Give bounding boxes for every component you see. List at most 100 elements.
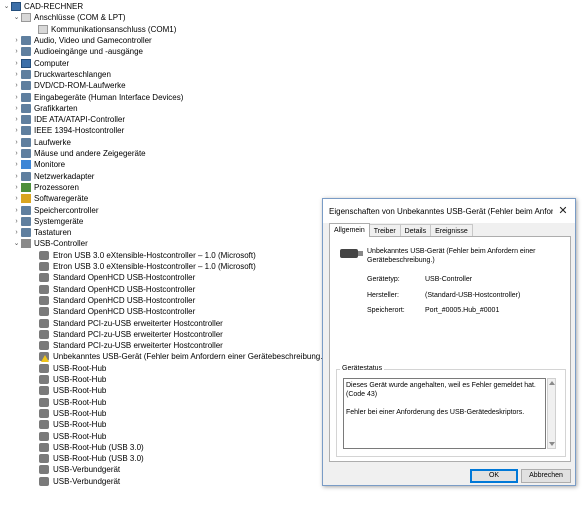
chevron-right-icon[interactable]: › (12, 216, 21, 227)
chevron-right-icon[interactable]: › (12, 46, 21, 57)
tree-node-label: USB-Verbundgerät (53, 476, 121, 486)
tree-node[interactable]: Etron USB 3.0 eXtensible-Hostcontroller … (38, 250, 256, 261)
tree-node[interactable]: › Speichercontroller (12, 204, 98, 215)
chevron-right-icon[interactable]: › (12, 148, 21, 159)
tree-node[interactable]: › Computer (12, 58, 69, 69)
location-value: Port_#0005.Hub_#0001 (425, 307, 500, 314)
tree-node-label: Etron USB 3.0 eXtensible-Hostcontroller … (53, 262, 256, 272)
system-icon (21, 216, 31, 226)
tree-node[interactable]: USB-Root-Hub (38, 385, 106, 396)
tree-node[interactable]: USB-Root-Hub (38, 408, 106, 419)
tree-node[interactable]: ⌄ Anschlüsse (COM & LPT) (12, 12, 126, 23)
ide-icon (21, 115, 31, 125)
chevron-down-icon[interactable]: ⌄ (12, 238, 21, 249)
tree-node[interactable]: › IEEE 1394-Hostcontroller (12, 125, 124, 136)
usb-device-icon (39, 341, 49, 351)
tree-node[interactable]: › Audio, Video und Gamecontroller (12, 35, 152, 46)
tree-node[interactable]: Etron USB 3.0 eXtensible-Hostcontroller … (38, 261, 256, 272)
port-icon (38, 24, 48, 34)
tree-node[interactable]: › Mäuse und andere Zeigegeräte (12, 148, 146, 159)
usb-device-icon (39, 454, 49, 464)
tree-node[interactable]: › IDE ATA/ATAPI-Controller (12, 114, 125, 125)
tree-node[interactable]: USB-Root-Hub (38, 397, 106, 408)
close-icon[interactable]: ✕ (555, 203, 571, 219)
dialog-titlebar[interactable]: Eigenschaften von Unbekanntes USB-Gerät … (323, 199, 575, 223)
chevron-right-icon[interactable]: › (12, 35, 21, 46)
chevron-right-icon[interactable]: › (12, 69, 21, 80)
chevron-down-icon[interactable]: ⌄ (12, 12, 21, 23)
tree-node[interactable]: Standard OpenHCD USB-Hostcontroller (38, 272, 195, 283)
chevron-right-icon[interactable]: › (12, 103, 21, 114)
tree-node[interactable]: › Netzwerkadapter (12, 171, 94, 182)
tree-node[interactable]: › Druckwarteschlangen (12, 69, 111, 80)
tree-node[interactable]: Standard PCI-zu-USB erweiterter Hostcont… (38, 329, 223, 340)
tree-node-label: Standard OpenHCD USB-Hostcontroller (53, 307, 196, 317)
tree-node[interactable]: USB-Verbundgerät (38, 476, 120, 487)
tree-node[interactable]: Standard PCI-zu-USB erweiterter Hostcont… (38, 317, 223, 328)
manufacturer-value: (Standard-USB-Hostcontroller) (425, 292, 521, 299)
tree-node[interactable]: Standard OpenHCD USB-Hostcontroller (38, 295, 195, 306)
chevron-right-icon[interactable]: › (12, 80, 21, 91)
tree-node[interactable]: › Tastaturen (12, 227, 71, 238)
monitor-icon (21, 160, 31, 170)
chevron-right-icon[interactable]: › (12, 227, 21, 238)
status-message-line1: Dieses Gerät wurde angehalten, weil es F… (346, 382, 536, 398)
computer-icon (11, 2, 21, 12)
tree-node[interactable]: › Prozessoren (12, 182, 79, 193)
tree-node[interactable]: Standard PCI-zu-USB erweiterter Hostcont… (38, 340, 223, 351)
chevron-right-icon[interactable]: › (12, 193, 21, 204)
tree-node[interactable]: › DVD/CD-ROM-Laufwerke (12, 80, 126, 91)
tree-node[interactable]: › Monitore (12, 159, 65, 170)
tree-node-label: Grafikkarten (34, 103, 78, 113)
chevron-right-icon[interactable]: › (12, 114, 21, 125)
scroll-down-icon[interactable] (549, 442, 555, 446)
tree-node[interactable]: › Softwaregeräte (12, 193, 88, 204)
properties-dialog: Eigenschaften von Unbekanntes USB-Gerät … (322, 198, 576, 486)
tree-node[interactable]: › Grafikkarten (12, 103, 78, 114)
tree-node-label: Etron USB 3.0 eXtensible-Hostcontroller … (53, 250, 256, 260)
tree-node[interactable]: USB-Root-Hub (38, 430, 106, 441)
chevron-right-icon[interactable]: › (12, 205, 21, 216)
device-status-text[interactable]: Dieses Gerät wurde angehalten, weil es F… (343, 378, 546, 449)
chevron-right-icon[interactable]: › (12, 171, 21, 182)
hid-icon (21, 92, 31, 102)
tree-node-label: USB-Root-Hub (53, 431, 107, 441)
tree-node[interactable]: Standard OpenHCD USB-Hostcontroller (38, 284, 195, 295)
chevron-right-icon[interactable]: › (12, 159, 21, 170)
tree-node[interactable]: USB-Root-Hub (USB 3.0) (38, 442, 144, 453)
chevron-right-icon[interactable]: › (12, 92, 21, 103)
tree-node[interactable]: USB-Root-Hub (38, 374, 106, 385)
ok-button[interactable]: OK (470, 469, 518, 483)
tree-node[interactable]: › Eingabegeräte (Human Interface Devices) (12, 91, 183, 102)
tree-node[interactable]: › Audioeingänge und -ausgänge (12, 46, 143, 57)
chevron-right-icon[interactable]: › (12, 125, 21, 136)
tree-node[interactable]: › Systemgeräte (12, 216, 83, 227)
tree-node[interactable]: › Laufwerke (12, 137, 71, 148)
scroll-up-icon[interactable] (549, 381, 555, 385)
chevron-right-icon[interactable]: › (12, 58, 21, 69)
cancel-button[interactable]: Abbrechen (521, 469, 571, 483)
device-type-value: USB-Controller (425, 276, 473, 283)
tree-node[interactable]: USB-Root-Hub (38, 363, 106, 374)
chevron-down-icon[interactable]: ⌄ (2, 1, 11, 12)
tree-node[interactable]: USB-Root-Hub (USB 3.0) (38, 453, 144, 464)
chevron-right-icon[interactable]: › (12, 137, 21, 148)
tree-node[interactable]: Unbekanntes USB-Gerät (Fehler beim Anfor… (38, 351, 325, 363)
usb-device-icon (39, 273, 49, 283)
tree-node-label: USB-Root-Hub (USB 3.0) (53, 442, 144, 452)
cpu-icon (21, 182, 31, 192)
display-adapter-icon (21, 103, 31, 113)
usb-device-icon (39, 397, 49, 407)
chevron-right-icon[interactable]: › (12, 182, 21, 193)
tab-allgemein[interactable]: Allgemein (329, 223, 370, 237)
tree-node[interactable]: USB-Verbundgerät (38, 464, 120, 475)
speaker-icon (21, 47, 31, 57)
status-scrollbar[interactable] (547, 378, 556, 449)
tree-node[interactable]: ⌄ USB-Controller (12, 238, 88, 249)
tree-root-node[interactable]: ⌄ CAD-RECHNER (2, 1, 83, 12)
usb-device-icon (39, 318, 49, 328)
tree-node[interactable]: USB-Root-Hub (38, 419, 106, 430)
tree-node[interactable]: Kommunikationsanschluss (COM1) (38, 24, 176, 35)
tree-node-label: USB-Root-Hub (USB 3.0) (53, 454, 144, 464)
tree-node[interactable]: Standard OpenHCD USB-Hostcontroller (38, 306, 195, 317)
